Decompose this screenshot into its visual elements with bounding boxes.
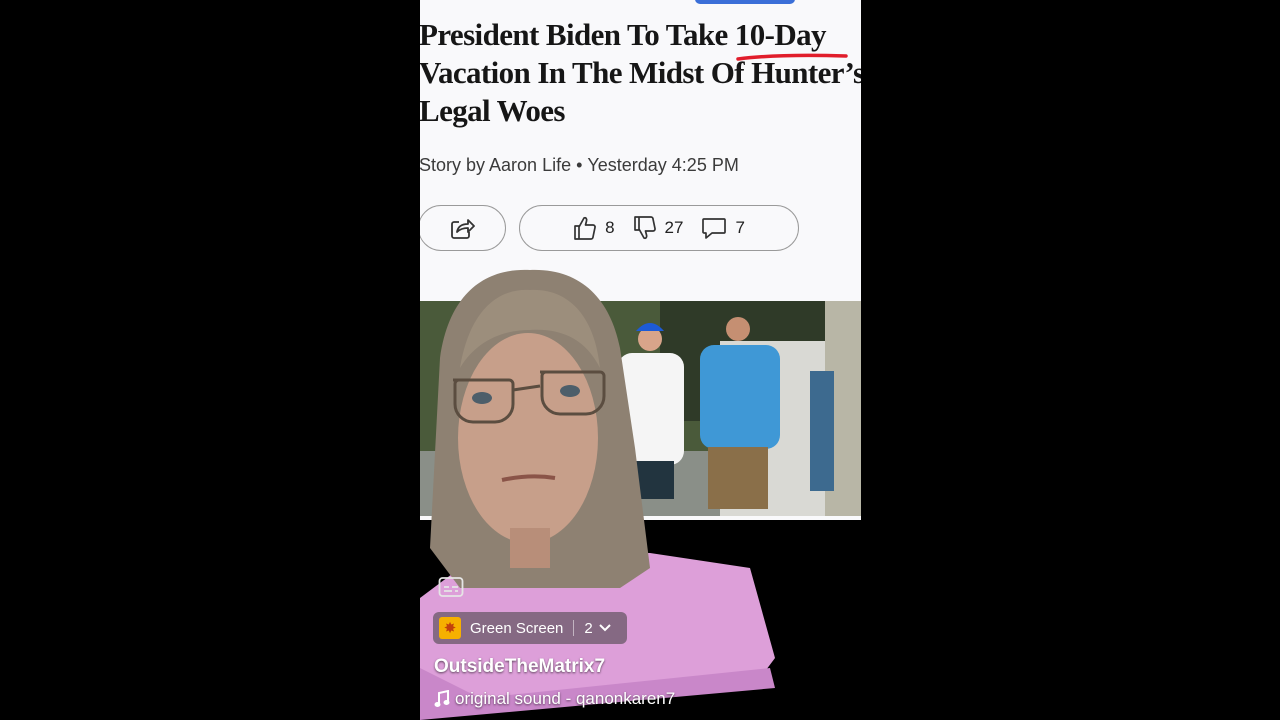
green-screen-presenter <box>420 269 775 720</box>
comment-button[interactable]: 7 <box>701 216 745 240</box>
captions-icon[interactable] <box>438 576 464 598</box>
headline-line: Legal Woes <box>420 93 565 128</box>
byline-author: Story by Aaron Life <box>420 155 572 175</box>
article-headline: President Biden To Take 10-Day Vacation … <box>420 16 861 130</box>
byline-timestamp: Yesterday 4:25 PM <box>587 155 739 175</box>
music-note-icon <box>434 690 450 707</box>
share-button[interactable] <box>420 205 506 251</box>
effect-separator <box>573 620 575 636</box>
comment-icon <box>702 218 727 239</box>
dislike-button[interactable]: 27 <box>633 215 684 241</box>
reactions-bar: 8 27 7 <box>519 205 799 251</box>
comment-count: 7 <box>735 218 745 237</box>
share-icon <box>451 219 475 239</box>
effect-count: 2 <box>584 619 593 637</box>
sparkle-icon: ✸ <box>439 617 461 639</box>
byline-separator: • <box>576 155 583 175</box>
thumbs-down-icon <box>633 216 656 240</box>
effect-pill[interactable]: ✸ Green Screen 2 <box>433 612 627 644</box>
headline-line: President Biden To Take 10-Day <box>420 17 827 52</box>
creator-username[interactable]: OutsideTheMatrix7 <box>434 656 605 678</box>
like-count: 8 <box>605 218 615 237</box>
like-button[interactable]: 8 <box>573 215 615 241</box>
video-frame: President Biden To Take 10-Day Vacation … <box>420 0 861 720</box>
top-pill <box>695 0 795 4</box>
sound-label: original sound - qanonkaren7 <box>455 689 676 708</box>
chevron-down-icon <box>599 624 611 632</box>
thumbs-up-icon <box>574 216 596 240</box>
sound-link[interactable]: original sound - qanonkaren7 <box>434 689 675 709</box>
red-underline-annotation <box>736 53 848 61</box>
byline: Story by Aaron Life • Yesterday 4:25 PM <box>420 155 739 176</box>
dislike-count: 27 <box>664 218 684 237</box>
effect-label: Green Screen <box>470 619 564 637</box>
